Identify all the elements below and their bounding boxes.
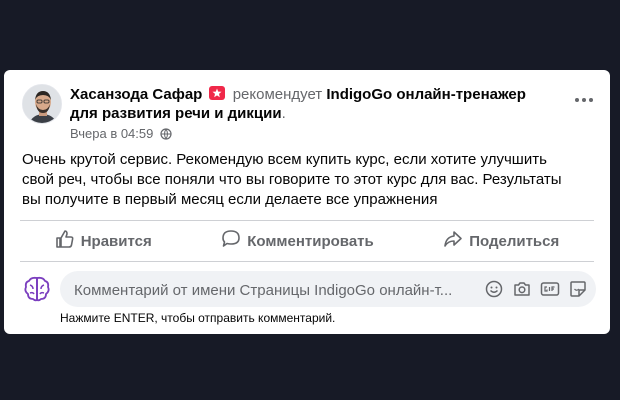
author-avatar[interactable]: [22, 84, 62, 124]
globe-icon: [160, 128, 172, 143]
share-arrow-icon: [443, 229, 463, 253]
divider-bottom: [20, 261, 594, 262]
divider-top: [20, 220, 594, 221]
comment-button[interactable]: Комментировать: [221, 229, 374, 253]
sticker-icon[interactable]: [568, 279, 588, 299]
emoji-icon[interactable]: [484, 279, 504, 299]
share-button[interactable]: Поделиться: [443, 229, 559, 253]
like-button[interactable]: Нравится: [55, 229, 152, 253]
author-name[interactable]: Хасанзода Сафар: [70, 86, 202, 103]
like-label: Нравится: [80, 232, 152, 250]
thumbs-up-icon: [55, 229, 75, 253]
share-label: Поделиться: [469, 232, 560, 250]
page-name-suffix: .: [281, 105, 286, 122]
recommends-text: рекомендует: [232, 86, 323, 103]
post-meta: Вчера в 04:59: [70, 126, 172, 143]
comment-bubble-icon: [221, 229, 241, 253]
recommend-icon: [208, 86, 225, 100]
post-actions: Нравится Комментировать Поделиться: [20, 226, 594, 256]
gif-icon[interactable]: [540, 279, 560, 299]
comment-box: [60, 271, 596, 309]
page-avatar-brain-icon[interactable]: [20, 272, 54, 306]
camera-icon[interactable]: [512, 279, 532, 299]
post-card: Хасанзода Сафар рекомендует IndigoGo онл…: [4, 70, 610, 334]
more-options-icon[interactable]: [572, 92, 596, 108]
post-body: Очень крутой сервис. Рекомендую всем куп…: [22, 151, 562, 208]
post-timestamp[interactable]: Вчера в 04:59: [70, 126, 153, 141]
comment-composer: [20, 270, 596, 309]
post-header: Хасанзода Сафар рекомендует IndigoGo онл…: [70, 85, 550, 123]
comment-tools: [484, 279, 588, 299]
comment-hint: Нажмите ENTER, чтобы отправить комментар…: [60, 311, 336, 325]
comment-label: Комментировать: [247, 232, 374, 250]
comment-input[interactable]: [72, 271, 476, 309]
